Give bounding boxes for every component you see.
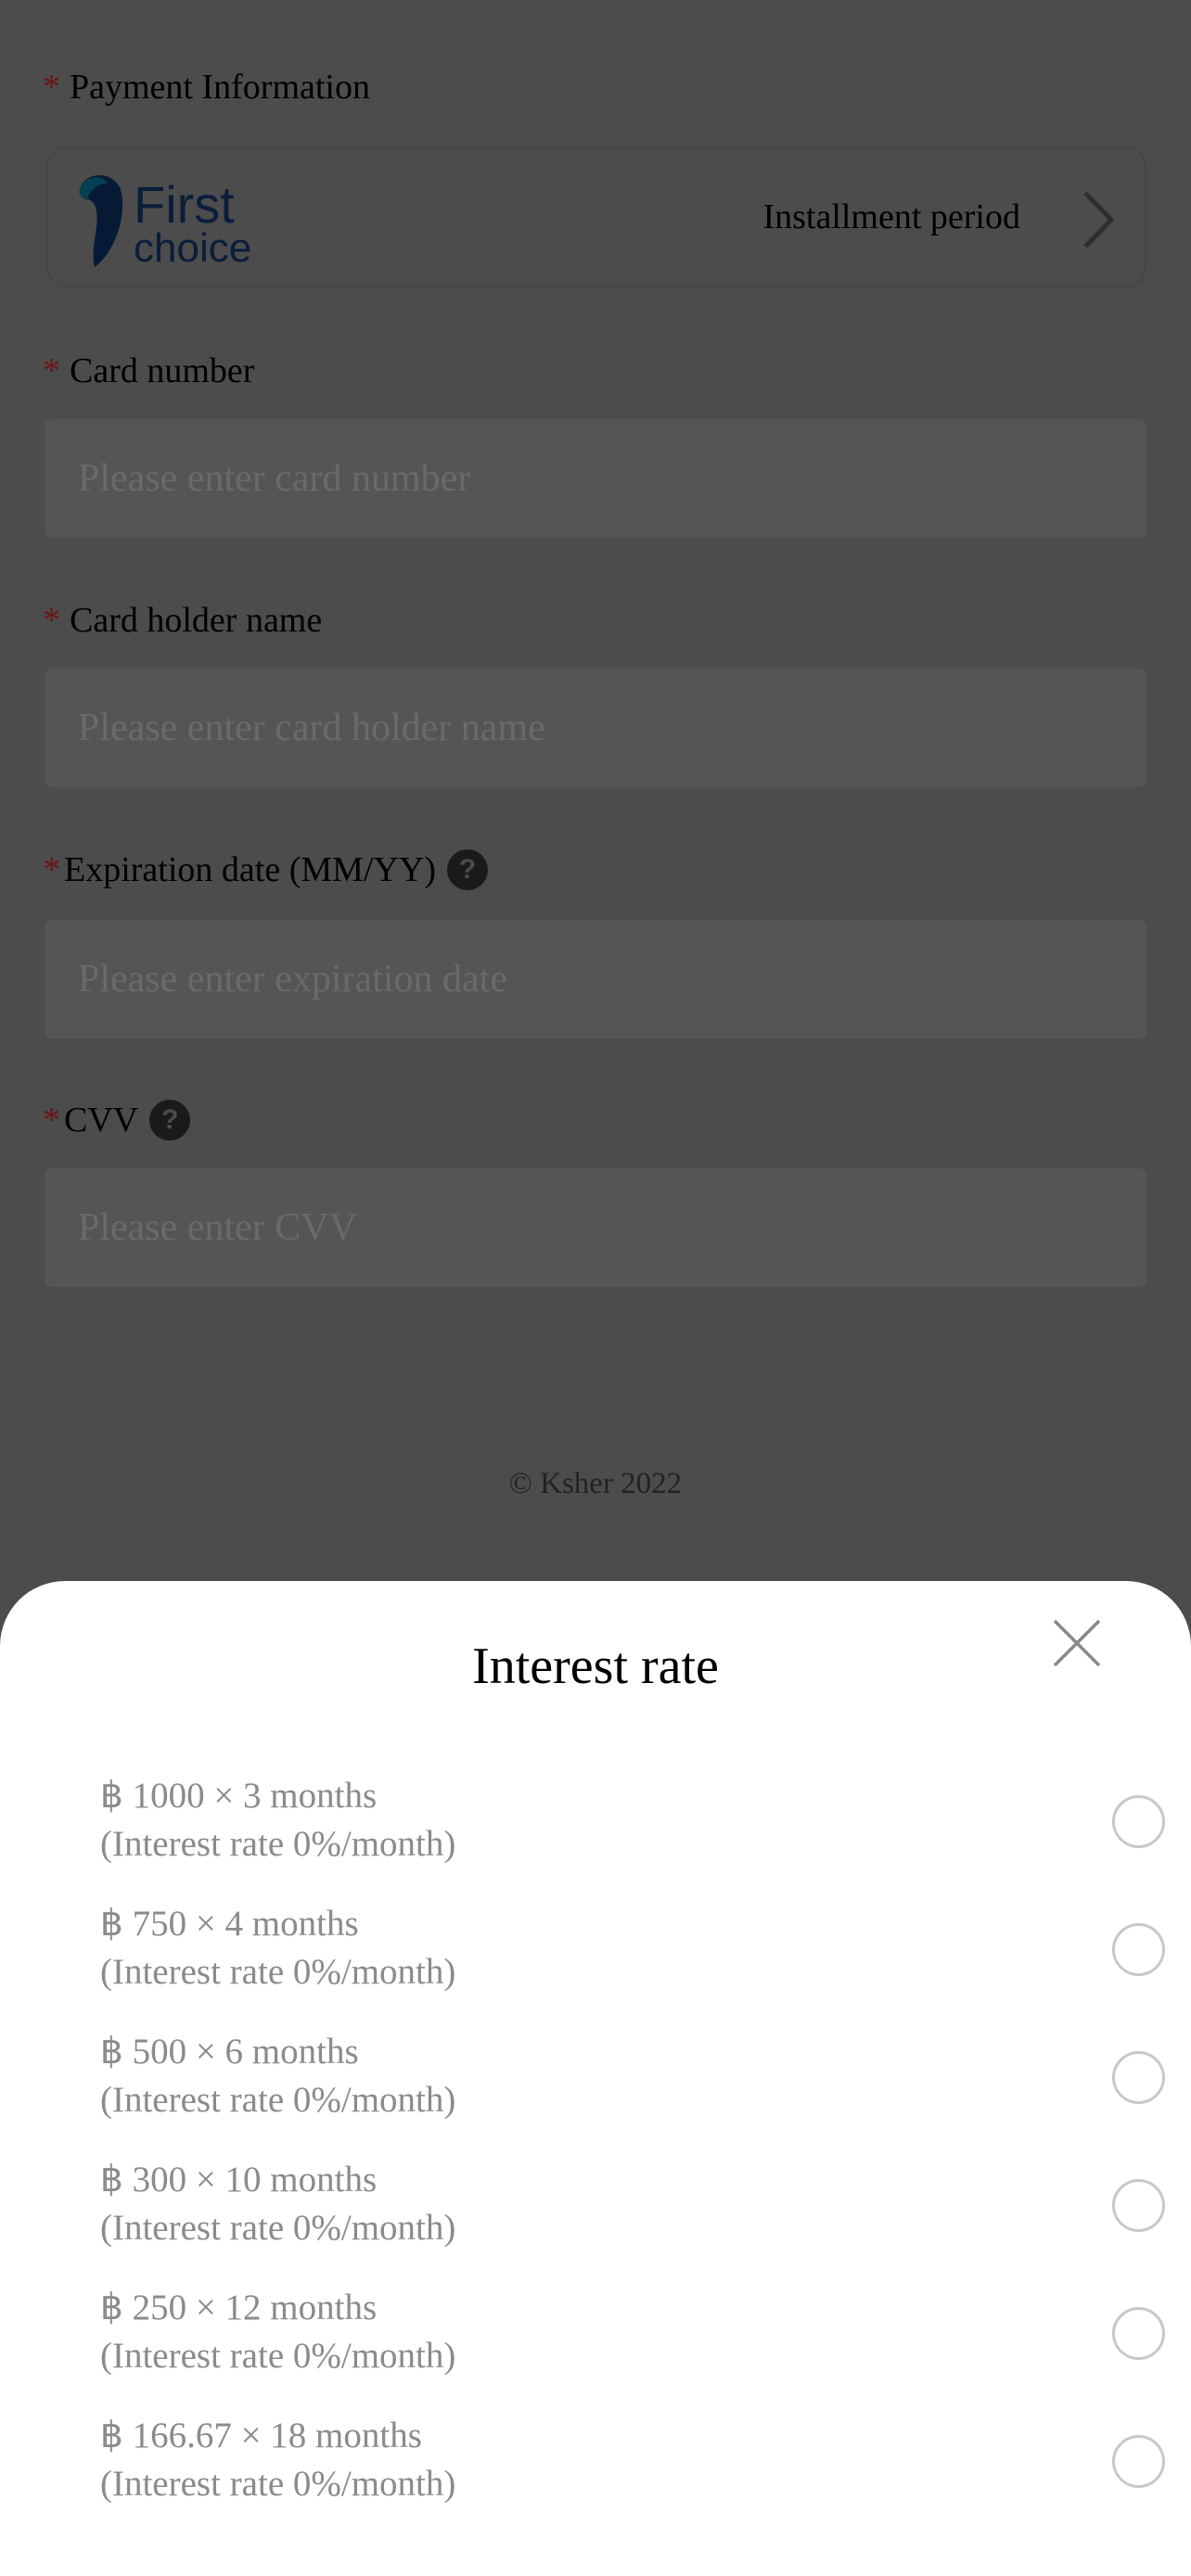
card-holder-input[interactable]: Please enter card holder name [45, 669, 1146, 787]
option-rate: (Interest rate 0%/month) [100, 2336, 456, 2376]
cvv-input[interactable]: Please enter CVV [45, 1168, 1146, 1287]
card-holder-label: * Card holder name [43, 601, 323, 640]
option-amount: ฿ 166.67 × 18 months [100, 2416, 422, 2455]
svg-text:choice: choice [134, 225, 251, 269]
option-rate: (Interest rate 0%/month) [100, 2208, 456, 2248]
installment-period-label: Installment period [762, 198, 1020, 236]
option-amount: ฿ 300 × 10 months [100, 2160, 378, 2200]
expiry-input[interactable]: Please enter expiration date [45, 920, 1146, 1039]
radio-button[interactable] [1112, 2179, 1165, 2232]
help-icon[interactable]: ? [149, 1100, 191, 1141]
option-rate: (Interest rate 0%/month) [100, 1824, 456, 1864]
installment-card-selector[interactable]: First choice Installment period [46, 147, 1146, 287]
cvv-label: * CVV? [43, 1100, 191, 1141]
chevron-right-icon [1083, 191, 1115, 249]
close-icon[interactable] [1052, 1618, 1102, 1668]
option-rate: (Interest rate 0%/month) [100, 2080, 456, 2120]
option-rate: (Interest rate 0%/month) [100, 2464, 456, 2504]
radio-button[interactable] [1112, 1923, 1165, 1976]
footer-copyright: © Ksher 2022 [508, 1467, 683, 1500]
radio-button[interactable] [1112, 2307, 1165, 2360]
help-icon[interactable]: ? [447, 849, 489, 890]
installment-option[interactable]: ฿ 166.67 × 18 months (Interest rate 0%/mo… [100, 2412, 1165, 2523]
card-number-input[interactable]: Please enter card number [45, 419, 1146, 538]
expiry-label: * Expiration date (MM/YY)? [43, 849, 489, 890]
card-number-label: * Card number [43, 351, 255, 390]
interest-rate-sheet: Interest rate ฿ 1000 × 3 months (Interest… [0, 1581, 1191, 2576]
payment-info-label: * Payment Information [43, 68, 370, 107]
installment-option[interactable]: ฿ 750 × 4 months (Interest rate 0%/month) [100, 1900, 1165, 2011]
option-amount: ฿ 500 × 6 months [100, 2032, 359, 2072]
installment-option[interactable]: ฿ 250 × 12 months (Interest rate 0%/month… [100, 2284, 1165, 2395]
radio-button[interactable] [1112, 2435, 1165, 2488]
installment-option[interactable]: ฿ 500 × 6 months (Interest rate 0%/month) [100, 2028, 1165, 2139]
sheet-title: Interest rate [472, 1638, 719, 1695]
option-amount: ฿ 250 × 12 months [100, 2288, 378, 2327]
option-amount: ฿ 1000 × 3 months [100, 1776, 378, 1816]
radio-button[interactable] [1112, 2051, 1165, 2104]
installment-option[interactable]: ฿ 300 × 10 months (Interest rate 0%/month… [100, 2156, 1165, 2267]
radio-button[interactable] [1112, 1795, 1165, 1848]
option-rate: (Interest rate 0%/month) [100, 1952, 456, 1992]
installment-option[interactable]: ฿ 1000 × 3 months (Interest rate 0%/month… [100, 1772, 1165, 1883]
first-choice-logo: First choice [79, 175, 251, 269]
option-amount: ฿ 750 × 4 months [100, 1904, 359, 1944]
